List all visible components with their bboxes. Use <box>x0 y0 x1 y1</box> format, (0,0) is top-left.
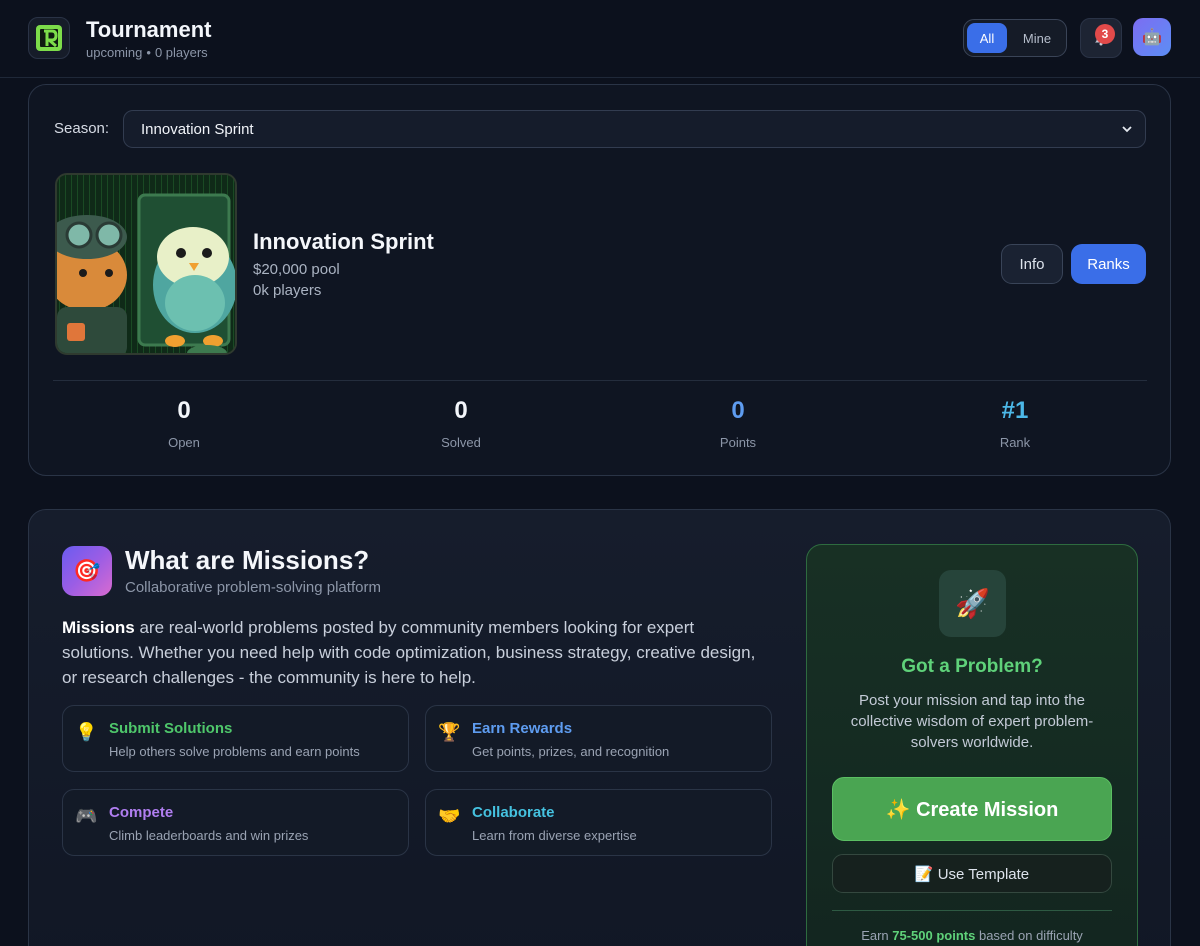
stat-value: 0 <box>454 397 468 424</box>
earn-prefix: Earn <box>861 928 893 943</box>
cta-title: Got a Problem? <box>901 656 1043 677</box>
page-subtitle: upcoming • 0 players <box>86 45 208 60</box>
stat-label: Open <box>168 435 200 450</box>
feature-desc: Learn from diverse expertise <box>472 828 637 843</box>
season-title: Innovation Sprint <box>253 229 434 254</box>
season-cover-image <box>55 173 237 355</box>
season-select-value: Innovation Sprint <box>141 120 254 138</box>
season-prize-pool: $20,000 pool <box>253 261 340 278</box>
season-label: Season: <box>54 120 110 137</box>
notifications-button[interactable]: 3 <box>1080 18 1122 58</box>
rocket-icon: 🚀 <box>939 570 1006 637</box>
feature-submit-solutions: 💡 Submit Solutions Help others solve pro… <box>62 705 409 772</box>
stat-open: 0 Open <box>124 397 244 450</box>
season-player-count: 0k players <box>253 282 322 299</box>
stats-divider <box>53 380 1147 381</box>
feature-earn-rewards: 🏆 Earn Rewards Get points, prizes, and r… <box>425 705 772 772</box>
stat-value: 0 <box>731 397 745 424</box>
tournament-status: upcoming <box>86 45 143 60</box>
player-count: 0 players <box>154 45 208 60</box>
feature-desc: Get points, prizes, and recognition <box>472 744 670 759</box>
season-card: Season: Innovation Sprint Innovation Spr… <box>28 84 1171 476</box>
filter-mine-button[interactable]: Mine <box>1011 23 1063 53</box>
earn-suffix: based on difficulty <box>975 928 1083 943</box>
logo-icon <box>36 25 62 51</box>
lightbulb-icon: 💡 <box>75 722 98 742</box>
feature-collaborate: 🤝 Collaborate Learn from diverse experti… <box>425 789 772 856</box>
feature-desc: Help others solve problems and earn poin… <box>109 744 360 759</box>
missions-description-text: are real-world problems posted by commun… <box>62 618 756 687</box>
cta-description: Post your mission and tap into the colle… <box>850 692 1094 751</box>
feature-title: Compete <box>109 804 174 821</box>
filter-all-button[interactable]: All <box>967 23 1007 53</box>
stat-label: Points <box>719 435 757 450</box>
info-button[interactable]: Info <box>1001 244 1063 284</box>
stat-value: 0 <box>177 397 191 424</box>
use-template-button[interactable]: 📝 Use Template <box>832 854 1112 893</box>
missions-subtitle: Collaborative problem-solving platform <box>125 579 381 596</box>
missions-title: What are Missions? <box>125 545 370 575</box>
separator-dot: • <box>146 45 151 60</box>
earn-points-range: 75-500 points <box>892 928 976 943</box>
create-mission-panel: 🚀 Got a Problem? Post your mission and t… <box>806 544 1138 946</box>
missions-description: Missions are real-world problems posted … <box>62 615 762 690</box>
feature-title: Collaborate <box>472 804 555 821</box>
stat-solved: 0 Solved <box>401 397 521 450</box>
gamepad-icon: 🎮 <box>75 806 98 826</box>
missions-keyword: Missions <box>62 618 135 637</box>
cta-divider <box>832 910 1112 911</box>
feature-title: Submit Solutions <box>109 720 233 737</box>
page-title: Tournament <box>86 17 212 42</box>
stat-points: 0 Points <box>678 397 798 450</box>
stat-value: #1 <box>1001 397 1029 424</box>
notification-badge: 3 <box>1095 24 1115 44</box>
robot-icon: 🤖 <box>1142 29 1162 46</box>
chevron-down-icon <box>1122 126 1132 133</box>
app-logo[interactable] <box>28 17 70 59</box>
ranks-button[interactable]: Ranks <box>1071 244 1146 284</box>
missions-card: 🎯 What are Missions? Collaborative probl… <box>28 509 1171 946</box>
season-select[interactable]: Innovation Sprint <box>123 110 1146 148</box>
create-mission-button[interactable]: ✨ Create Mission <box>832 777 1112 841</box>
filter-toggle: All Mine <box>963 19 1067 57</box>
avatar[interactable]: 🤖 <box>1133 18 1171 56</box>
handshake-icon: 🤝 <box>438 806 461 826</box>
season-artwork <box>57 175 235 353</box>
earn-points-note: Earn 75-500 points based on difficulty <box>807 928 1137 943</box>
feature-title: Earn Rewards <box>472 720 573 737</box>
target-icon: 🎯 <box>62 546 112 596</box>
top-bar: Tournament upcoming • 0 players All Mine 3… <box>0 0 1200 78</box>
stat-rank: #1 Rank <box>955 397 1075 450</box>
stat-label: Rank <box>999 435 1031 450</box>
feature-compete: 🎮 Compete Climb leaderboards and win pri… <box>62 789 409 856</box>
stat-label: Solved <box>441 435 481 450</box>
trophy-icon: 🏆 <box>438 722 461 742</box>
feature-desc: Climb leaderboards and win prizes <box>109 828 309 843</box>
